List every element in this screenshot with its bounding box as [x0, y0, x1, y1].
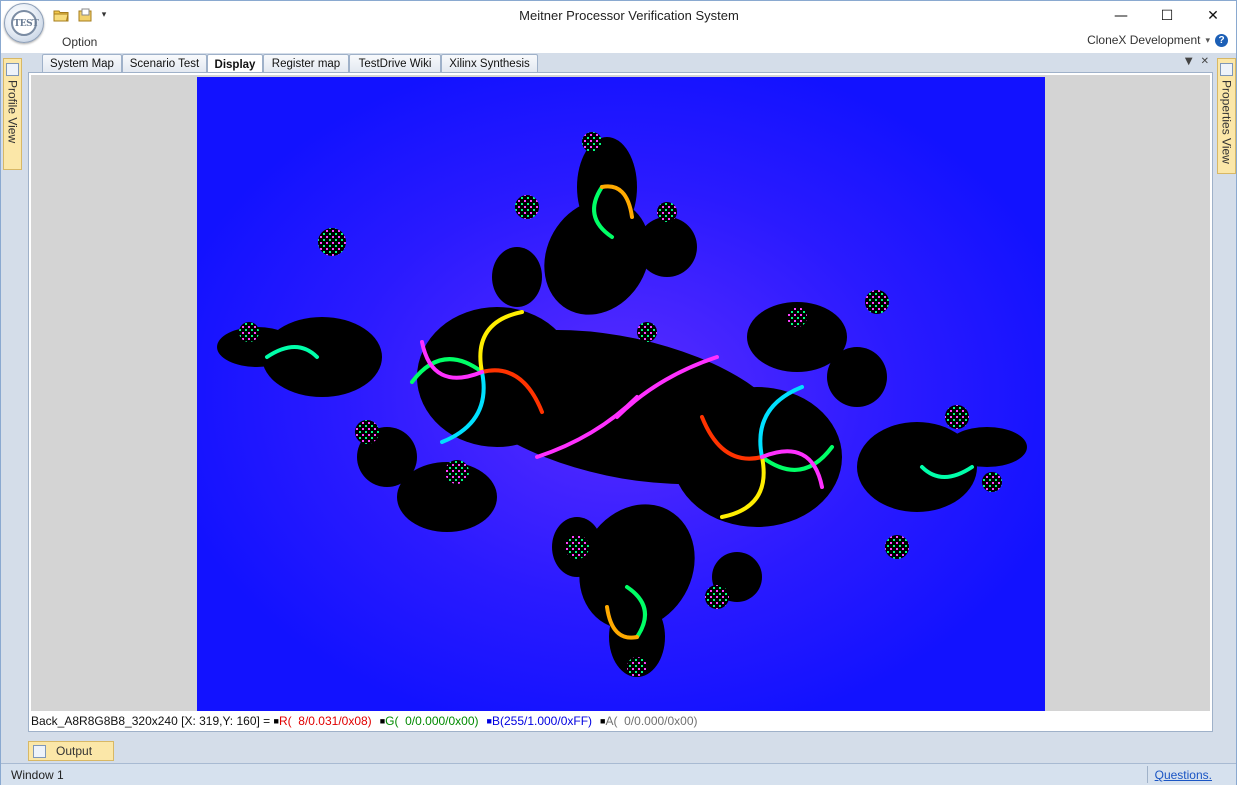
- status-bar: Window 1 Questions.: [1, 763, 1236, 785]
- blue-channel-value: 255/1.000/0xFF): [503, 714, 593, 728]
- window-controls: — ☐ ✕: [1098, 1, 1236, 31]
- display-document: Back_A8R8G8B8_320x240 [X: 319,Y: 160] = …: [28, 72, 1213, 732]
- properties-view-tab[interactable]: Properties View: [1217, 58, 1236, 174]
- profile-view-label: Profile View: [5, 80, 20, 144]
- red-channel-value: 8/0.031/0x08): [291, 714, 372, 728]
- profile-selector[interactable]: CloneX Development: [1087, 33, 1200, 47]
- window-title: Meitner Processor Verification System: [519, 8, 739, 23]
- tab-strip-controls: ▼ ✕: [1185, 56, 1209, 67]
- questions-link[interactable]: Questions.: [1155, 768, 1212, 782]
- application-window: ▾ Meitner Processor Verification System …: [0, 0, 1237, 785]
- status-separator: [1147, 766, 1148, 783]
- output-panel-tab[interactable]: Output: [28, 741, 114, 761]
- status-window-name: Window 1: [11, 768, 64, 782]
- chevron-down-icon[interactable]: ▾: [1205, 35, 1210, 46]
- output-icon: [33, 744, 46, 758]
- pixel-buffer-info: Back_A8R8G8B8_320x240 [X: 319,Y: 160] =: [31, 714, 274, 728]
- minimize-button[interactable]: —: [1098, 1, 1144, 31]
- alpha-channel-label: A(: [605, 714, 618, 728]
- close-button[interactable]: ✕: [1190, 1, 1236, 31]
- green-channel-value: 0/0.000/0x00): [398, 714, 479, 728]
- green-channel-label: G(: [385, 714, 399, 728]
- ribbon-right-area: CloneX Development ▾ ?: [1087, 33, 1228, 47]
- display-framebuffer[interactable]: [197, 77, 1045, 711]
- tab-system-map[interactable]: System Map: [42, 54, 122, 72]
- profile-view-tab[interactable]: Profile View: [3, 58, 22, 170]
- blue-channel-label: B(: [491, 714, 504, 728]
- julia-set-fractal: [197, 77, 1045, 711]
- alpha-channel-value: 0/0.000/0x00): [617, 714, 698, 728]
- output-label: Output: [56, 744, 93, 758]
- title-bar: ▾ Meitner Processor Verification System …: [1, 1, 1236, 31]
- canvas-background: [31, 75, 1210, 711]
- pixel-info-line: Back_A8R8G8B8_320x240 [X: 319,Y: 160] = …: [31, 712, 698, 730]
- tab-list-dropdown-icon[interactable]: ▼: [1185, 56, 1193, 67]
- tab-xilinx-synthesis[interactable]: Xilinx Synthesis: [441, 54, 538, 72]
- help-icon[interactable]: ?: [1215, 33, 1228, 47]
- ribbon: Option CloneX Development ▾ ?: [1, 31, 1236, 53]
- application-button[interactable]: TEST: [4, 3, 44, 43]
- tab-scenario-test[interactable]: Scenario Test: [122, 54, 207, 72]
- app-logo-icon: TEST: [11, 10, 39, 36]
- properties-view-label: Properties View: [1219, 80, 1234, 164]
- close-tab-icon[interactable]: ✕: [1201, 56, 1209, 67]
- panel-icon: [6, 63, 19, 76]
- red-channel-label: R(: [278, 714, 292, 728]
- ribbon-tab-option[interactable]: Option: [62, 35, 97, 49]
- maximize-button[interactable]: ☐: [1144, 1, 1190, 31]
- app-logo-text: TEST: [13, 19, 39, 29]
- tab-register-map[interactable]: Register map: [263, 54, 349, 72]
- document-tab-strip: System Map Scenario Test Display Registe…: [28, 54, 1213, 73]
- tab-display[interactable]: Display: [207, 54, 263, 73]
- panel-icon: [1220, 63, 1233, 76]
- tab-testdrive-wiki[interactable]: TestDrive Wiki: [349, 54, 441, 72]
